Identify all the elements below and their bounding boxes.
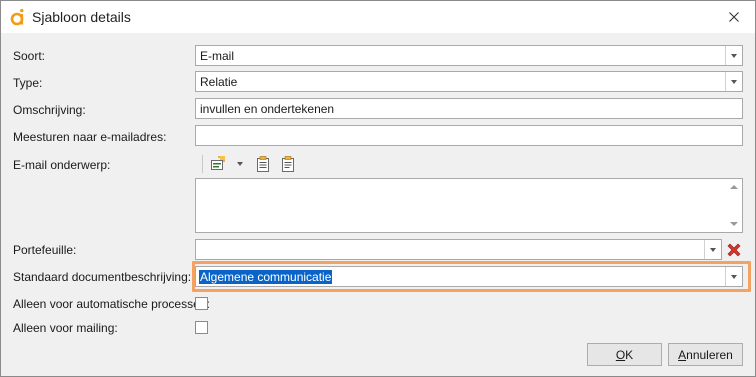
standaard-doc-dropdown-button[interactable]: [725, 267, 742, 286]
dialog-window: Sjabloon details Soort: E-mail Type: Rel…: [0, 0, 756, 377]
alleen-auto-label: Alleen voor automatische processen:: [13, 297, 210, 311]
onderwerp-scrollbar[interactable]: [726, 179, 742, 232]
portefeuille-dropdown-button[interactable]: [704, 240, 721, 259]
insert-field-icon[interactable]: [210, 156, 226, 172]
ok-button[interactable]: OK: [587, 343, 662, 366]
ok-label: OK: [615, 347, 634, 362]
soort-value: E-mail: [200, 49, 235, 63]
standaard-doc-label: Standaard documentbeschrijving:: [13, 270, 192, 284]
app-logo-icon: [10, 8, 24, 26]
omschrijving-value: invullen en ondertekenen: [200, 102, 335, 116]
cancel-label: Annuleren: [678, 347, 733, 362]
type-dropdown-button[interactable]: [725, 72, 742, 91]
standaard-doc-value: Algemene communicatie: [199, 270, 333, 284]
chevron-down-icon: [237, 162, 243, 166]
clipboard-text-icon[interactable]: [280, 156, 296, 172]
soort-select[interactable]: E-mail: [195, 45, 743, 66]
email-onderwerp-textarea[interactable]: [195, 178, 743, 233]
type-label: Type:: [13, 76, 43, 90]
chevron-down-icon: [731, 53, 737, 58]
insert-field-dropdown[interactable]: [237, 162, 243, 166]
soort-label: Soort:: [13, 49, 46, 63]
chevron-down-icon: [710, 247, 716, 252]
close-button[interactable]: [721, 5, 747, 29]
email-onderwerp-label: E-mail onderwerp:: [13, 158, 111, 172]
chevron-down-icon: [731, 79, 737, 84]
alleen-auto-checkbox[interactable]: [195, 297, 208, 310]
portefeuille-select[interactable]: [195, 239, 722, 260]
type-select[interactable]: Relatie: [195, 71, 743, 92]
alleen-mailing-checkbox[interactable]: [195, 321, 208, 334]
scroll-up-icon[interactable]: [730, 185, 738, 189]
delete-icon: [727, 243, 741, 257]
omschrijving-label: Omschrijving:: [13, 103, 86, 117]
soort-dropdown-button[interactable]: [725, 46, 742, 65]
type-value: Relatie: [200, 75, 238, 89]
chevron-down-icon: [731, 274, 737, 279]
dialog-title: Sjabloon details: [32, 9, 131, 25]
selected-text: Algemene communicatie: [199, 270, 333, 284]
portefeuille-delete-button[interactable]: [725, 241, 743, 259]
portefeuille-label: Portefeuille:: [13, 243, 77, 257]
meesturen-input[interactable]: [195, 125, 743, 146]
meesturen-label: Meesturen naar e-mailadres:: [13, 130, 167, 144]
title-bar: Sjabloon details: [1, 1, 755, 33]
toolbar-separator: [202, 155, 203, 173]
standaard-doc-select[interactable]: Algemene communicatie: [195, 266, 743, 287]
scroll-down-icon[interactable]: [730, 222, 738, 226]
omschrijving-input[interactable]: invullen en ondertekenen: [195, 98, 743, 119]
cancel-button[interactable]: Annuleren: [668, 343, 743, 366]
close-icon: [729, 12, 739, 22]
clipboard-code-icon[interactable]: [255, 156, 271, 172]
alleen-mailing-label: Alleen voor mailing:: [13, 321, 118, 335]
